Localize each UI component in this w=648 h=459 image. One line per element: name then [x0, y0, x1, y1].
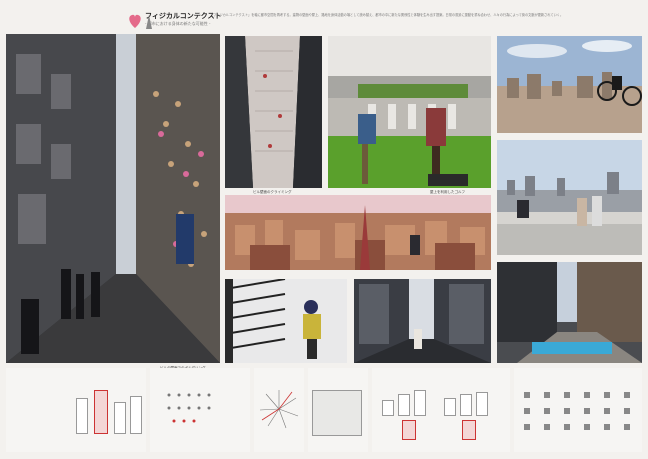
photo-facade-climbing — [225, 36, 322, 188]
diagram-panel-3 — [254, 368, 304, 452]
diagram-1-building-a — [76, 398, 88, 434]
diagram-1-building-d — [130, 396, 142, 434]
photo-stair-walker — [225, 279, 347, 363]
photo-rooftop-parkour — [497, 140, 642, 255]
diagram-5-block-g — [402, 420, 416, 440]
diagram-1-building-c — [114, 402, 126, 434]
photo-city-panorama — [225, 195, 491, 270]
diagram-1-building-b — [94, 390, 108, 434]
diagram-3-radial — [259, 390, 299, 429]
diagram-panel-5 — [372, 368, 510, 452]
diagram-2-dot-rows — [167, 393, 211, 423]
diagram-5-block-d — [444, 398, 456, 416]
diagram-5-block-f — [476, 392, 488, 416]
presentation-board: フィジカルコンテクスト - 都市における身体の新たな可能性 - 「フィジカルコン… — [0, 0, 648, 459]
diagram-5-block-a — [382, 400, 394, 416]
diagram-6-pattern-grid — [524, 392, 630, 430]
diagram-panel-4 — [308, 368, 368, 452]
diagram-4-site-map — [312, 390, 362, 436]
diagram-5-block-b — [398, 394, 410, 416]
heart-logo — [129, 14, 152, 29]
diagram-panel-2 — [150, 368, 250, 452]
diagram-5-block-h — [462, 420, 476, 440]
diagram-5-block-c — [414, 390, 426, 416]
photo-alley-bouldering — [6, 34, 220, 363]
diagram-5-block-e — [460, 394, 472, 416]
photo-city-cycling — [497, 36, 642, 133]
photo-street-pool — [497, 262, 642, 363]
diagram-panel-6 — [514, 368, 642, 452]
photo-back-alley — [354, 279, 491, 363]
intro-text: 「フィジカルコンテクスト」を軸に都市空間を再考する。建物の壁面や屋上、路地を身体… — [210, 13, 564, 17]
diagram-panel-1 — [6, 368, 146, 452]
photo-rooftop-golf — [328, 36, 491, 188]
